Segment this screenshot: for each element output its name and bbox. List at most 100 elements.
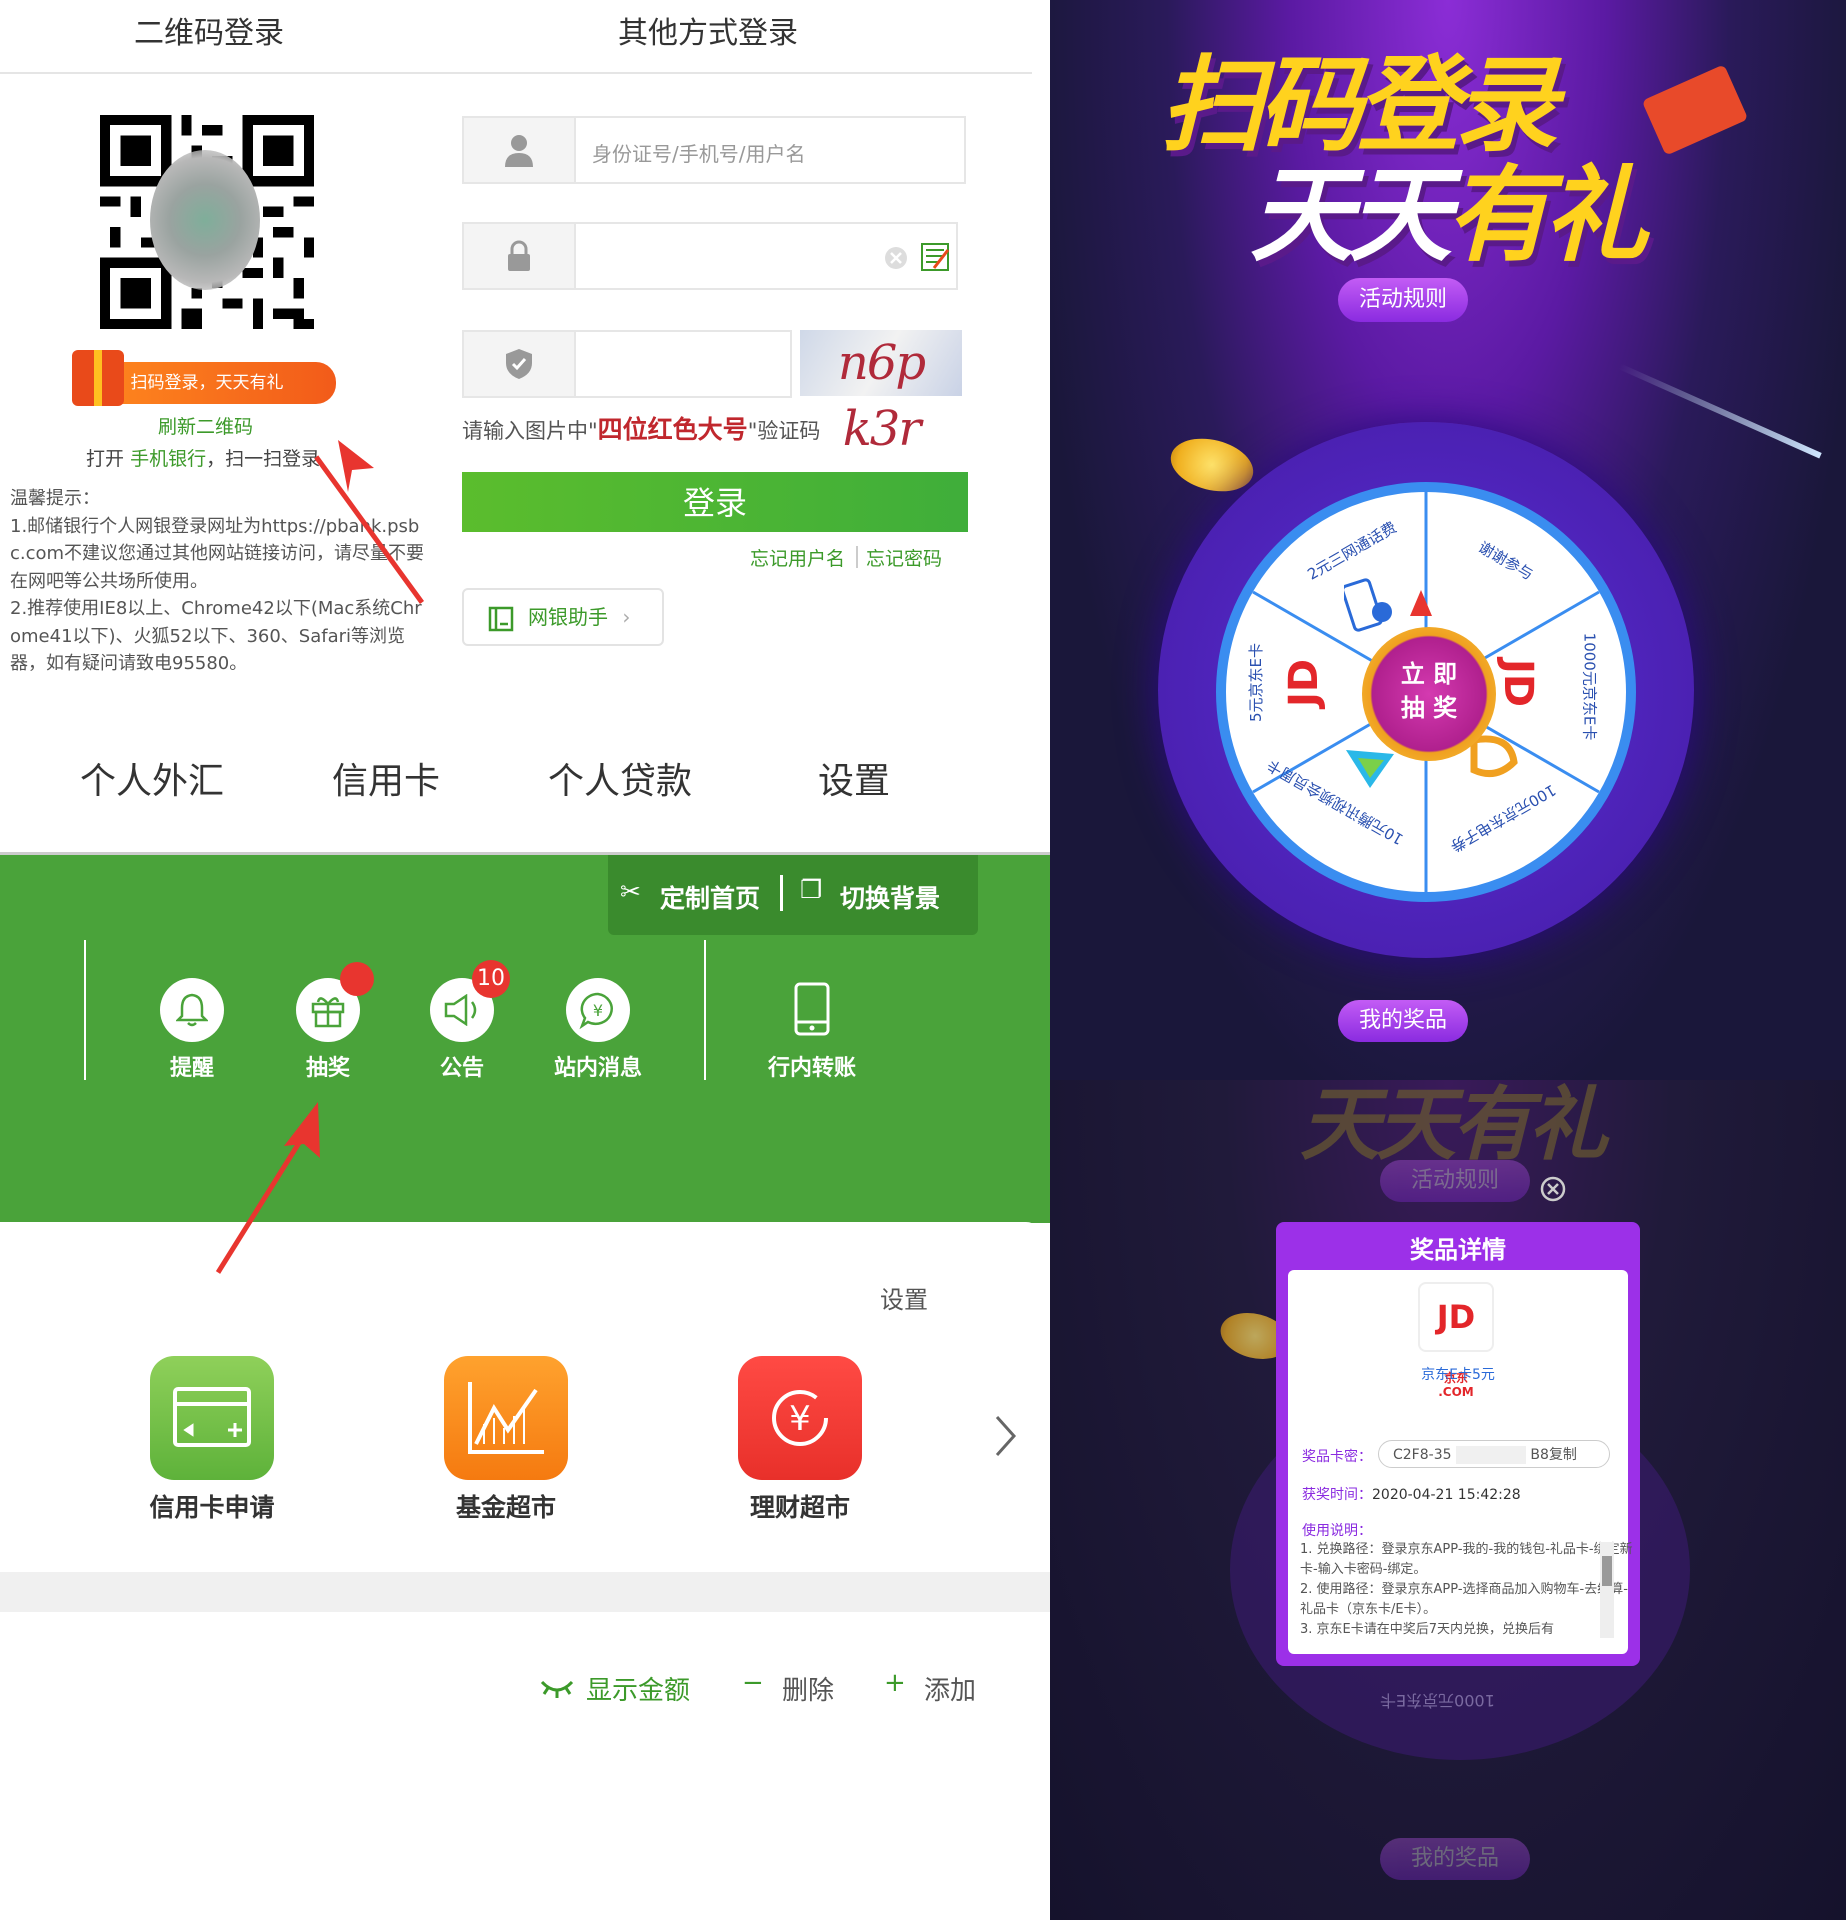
usage-label-text: 使用说明：	[1302, 1523, 1372, 1539]
transfer-label[interactable]: 行内转账	[752, 1050, 872, 1082]
spin-label-line2: 抽 奖	[1400, 694, 1458, 722]
segment-label-jd-5: 5元京东E卡	[1247, 642, 1266, 723]
shield-icon	[464, 332, 576, 396]
services-settings-link[interactable]: 设置	[880, 1280, 928, 1315]
eye-closed-icon	[540, 1680, 574, 1698]
fund-market-label: 基金超市	[455, 1493, 556, 1522]
show-amount-button[interactable]: 显示金额	[586, 1670, 690, 1707]
award-time-label: 获奖时间：	[1302, 1487, 1372, 1503]
password-field[interactable]	[462, 222, 958, 290]
lottery-badge	[340, 962, 374, 996]
usage-item-3: 3. 京东E卡请在中奖后7天内兑换，兑换后有	[1300, 1622, 1555, 1637]
bell-icon	[176, 993, 208, 1027]
inbox-button[interactable]: ¥	[566, 978, 630, 1042]
nav-settings[interactable]: 设置	[818, 752, 890, 804]
user-icon	[464, 118, 576, 182]
customize-home-button[interactable]: 定制首页	[660, 879, 760, 915]
wealth-market-button[interactable]: ¥	[738, 1356, 862, 1480]
minus-icon: −	[742, 1668, 764, 1698]
quick-divider-left	[84, 940, 86, 1080]
phone-icon[interactable]	[794, 982, 830, 1036]
captcha-tip: 请输入图片中"四位红色大号"验证码	[462, 410, 820, 446]
section-gap	[0, 1572, 1050, 1612]
spin-label-line1: 立 即	[1400, 660, 1458, 688]
spin-button[interactable]: 立 即 抽 奖	[1362, 627, 1496, 761]
card-secret-label: 奖品卡密：	[1302, 1449, 1372, 1465]
card-secret-value: C2F8-35	[1393, 1447, 1452, 1463]
announcement-badge: 10	[472, 960, 510, 998]
prize-modal-title: 奖品详情	[1410, 1236, 1506, 1264]
captcha-image[interactable]: n6p k3r	[800, 330, 962, 457]
copy-button[interactable]: 复制	[1549, 1447, 1577, 1463]
delete-button[interactable]: 删除	[782, 1670, 834, 1707]
promo-title-line2b: 有礼	[1446, 154, 1648, 276]
nav-credit-card[interactable]: 信用卡	[332, 752, 440, 804]
forgot-password-link[interactable]: 忘记密码	[866, 544, 942, 571]
clear-icon[interactable]	[884, 246, 908, 270]
switch-background-button[interactable]: 切换背景	[840, 879, 940, 915]
captcha-tip-prefix: 请输入图片中"	[462, 419, 598, 443]
arrow-head-1	[338, 440, 374, 492]
login-button[interactable]: 登录	[462, 472, 968, 532]
chevron-right-icon[interactable]	[994, 1414, 1018, 1458]
lottery-label: 抽奖	[305, 1056, 350, 1081]
lock-icon	[464, 224, 576, 288]
switch-bg-icon: ❐	[800, 875, 823, 904]
add-button[interactable]: 添加	[924, 1670, 976, 1707]
promo-title-line2a: 天天	[1250, 154, 1452, 276]
link-divider	[856, 546, 858, 568]
assistant-button[interactable]: 网银助手 ›	[462, 588, 664, 646]
card-secret-tail: B8	[1530, 1447, 1549, 1463]
home-toolbar: ✂ 定制首页 ❐ 切换背景	[608, 855, 978, 935]
promo-panel: 扫码登录 天天有礼 活动规则 2元三网通话费 谢谢参与 1000元京东E卡 10…	[1050, 0, 1846, 1920]
toolbar-divider	[780, 875, 783, 911]
scan-tip-suffix: ，扫一扫登录	[206, 448, 321, 470]
award-time-value: 2020-04-21 15:42:28	[1372, 1487, 1521, 1503]
captcha-tip-highlight: 四位红色大号	[597, 415, 748, 444]
message-yuan-icon: ¥	[579, 992, 613, 1030]
mobile-bank-link[interactable]: 手机银行	[130, 448, 206, 470]
plus-icon: +	[884, 1668, 906, 1698]
activity-rules-faded: 活动规则	[1380, 1160, 1530, 1202]
card-secret-mask	[1455, 1446, 1526, 1464]
nav-personal-loan[interactable]: 个人贷款	[548, 752, 692, 804]
reminder-button[interactable]	[160, 978, 224, 1042]
modal-scrollbar-thumb[interactable]	[1602, 1556, 1612, 1586]
gift-box-icon	[311, 997, 345, 1028]
nav-forex[interactable]: 个人外汇	[80, 752, 224, 804]
credit-card-apply-button[interactable]	[150, 1356, 274, 1480]
tab-qr-login[interactable]: 二维码登录	[134, 8, 284, 52]
speaker-icon	[444, 994, 477, 1026]
close-icon[interactable]	[1540, 1176, 1566, 1202]
fund-market-button[interactable]	[444, 1356, 568, 1480]
jd-logo-text: JD	[1436, 1298, 1476, 1336]
wheel-pointer	[1410, 590, 1432, 616]
inbox-label: 站内消息	[553, 1056, 642, 1081]
scan-tip: 打开 手机银行，扫一扫登录	[86, 444, 320, 471]
captcha-tip-suffix: "验证码	[747, 419, 821, 443]
promo-title-line2: 天天有礼	[1250, 130, 1648, 281]
captcha-field[interactable]	[462, 330, 792, 398]
username-field[interactable]: 身份证号/手机号/用户名	[462, 116, 966, 184]
yuan-coin-icon: ¥	[772, 1390, 828, 1446]
activity-rules-button[interactable]: 活动规则	[1338, 278, 1468, 322]
svg-text:¥: ¥	[593, 1001, 603, 1020]
scan-tip-prefix: 打开	[86, 448, 125, 470]
award-time-row: 获奖时间：2020-04-21 15:42:28	[1302, 1484, 1521, 1504]
qr-blur-overlay	[150, 150, 260, 290]
credit-card-apply-label: 信用卡申请	[149, 1493, 275, 1522]
soft-keyboard-icon[interactable]	[920, 240, 952, 272]
announcement-label: 公告	[439, 1056, 484, 1081]
usage-item-1: 1. 兑换路径：登录京东APP-我的-我的钱包-礼品卡-绑定新卡-输入卡密码-绑…	[1300, 1542, 1633, 1577]
my-prizes-button[interactable]: 我的奖品	[1338, 1000, 1468, 1042]
refresh-qr-link[interactable]: 刷新二维码	[158, 412, 253, 439]
usage-instructions[interactable]: 1. 兑换路径：登录京东APP-我的-我的钱包-礼品卡-绑定新卡-输入卡密码-绑…	[1300, 1540, 1636, 1640]
chevron-right-icon: ›	[622, 605, 631, 629]
jd-logo: JD京东 .COM	[1418, 1282, 1494, 1399]
tab-other-login[interactable]: 其他方式登录	[618, 8, 798, 52]
segment-faded: 1000元京东E卡	[1380, 1691, 1495, 1710]
prize-name: 京东E卡5元	[1421, 1367, 1495, 1383]
forgot-username-link[interactable]: 忘记用户名	[750, 544, 845, 571]
customize-icon: ✂	[620, 877, 641, 906]
quick-divider-right	[704, 940, 706, 1080]
